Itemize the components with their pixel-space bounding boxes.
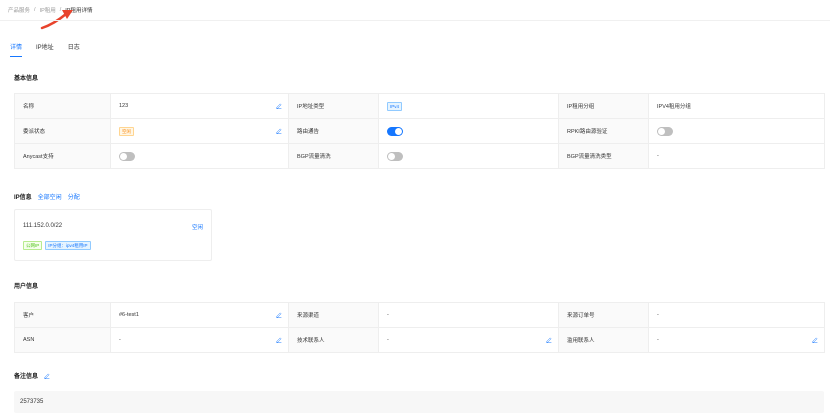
name-label: 名称 xyxy=(14,93,111,119)
group-label: IP租用分组 xyxy=(558,93,649,119)
breadcrumb-separator: / xyxy=(34,7,36,13)
status-label: 委派状态 xyxy=(14,118,111,144)
table-row: 客户 #6-test1 来源渠道 - 来源订单号 - xyxy=(14,302,825,328)
route-toggle[interactable] xyxy=(387,126,403,136)
breadcrumb-item-products[interactable]: 产品服务 xyxy=(8,6,30,14)
bgp-toggle[interactable] xyxy=(387,151,403,161)
edit-icon[interactable] xyxy=(276,312,282,318)
bgp-type-value: - xyxy=(648,143,825,169)
bgp-cell xyxy=(378,143,559,169)
abuse-contact-cell: - xyxy=(648,327,825,353)
table-row: ASN - 技术联系人 - 滥用联系人 - xyxy=(14,327,825,353)
asn-label: ASN xyxy=(14,327,111,353)
customer-label: 客户 xyxy=(14,302,111,328)
customer-value: #6-test1 xyxy=(119,312,139,318)
source-value: - xyxy=(378,302,559,328)
ip-group-tag: IP分组：ipv4租用IP xyxy=(45,241,91,250)
tab-details[interactable]: 详情 xyxy=(10,42,23,57)
section-title-ip: IP信息 全部空闲 分配 xyxy=(14,192,80,201)
name-cell: 123 xyxy=(110,93,289,119)
remark-title: 备注信息 xyxy=(14,374,39,380)
edit-icon[interactable] xyxy=(276,128,282,134)
bgp-type-label: BGP流量清洗类型 xyxy=(558,143,649,169)
basic-info-table: 名称 123 IP地址类型 IPv4 IP租用分组 IPV4租用分组 委派状态 … xyxy=(14,93,825,169)
table-row: 委派状态 空闲 路由通告 RPKI路由源验证 xyxy=(14,118,825,144)
ip-tags: 公网IP IP分组：ipv4租用IP xyxy=(23,241,91,250)
edit-icon[interactable] xyxy=(812,337,818,343)
all-free-link[interactable]: 全部空闲 xyxy=(38,192,62,201)
asn-cell: - xyxy=(110,327,289,353)
ip-block-card[interactable]: 111.152.0.0/22 空闲 公网IP IP分组：ipv4租用IP xyxy=(14,209,212,261)
section-title-basic: 基本信息 xyxy=(14,73,38,82)
asn-value: - xyxy=(119,337,121,343)
status-badge: 空闲 xyxy=(119,126,134,136)
bgp-label: BGP流量清洗 xyxy=(288,143,379,169)
ip-type-label: IP地址类型 xyxy=(288,93,379,119)
remark-box: 2573735 xyxy=(14,391,824,413)
tab-logs[interactable]: 日志 xyxy=(68,42,80,57)
user-info-title: 用户信息 xyxy=(14,284,39,290)
source-label: 来源渠道 xyxy=(288,302,379,328)
order-value: - xyxy=(648,302,825,328)
ip-cidr: 111.152.0.0/22 xyxy=(23,223,63,229)
header-divider xyxy=(0,20,830,21)
name-value: 123 xyxy=(119,103,129,109)
route-cell xyxy=(378,118,559,144)
ip-info-title: IP信息 xyxy=(14,195,32,201)
table-row: Anycast支持 BGP流量清洗 BGP流量清洗类型 - xyxy=(14,143,825,169)
basic-info-title: 基本信息 xyxy=(14,76,39,82)
edit-icon[interactable] xyxy=(546,337,552,343)
tech-contact-cell: - xyxy=(378,327,559,353)
abuse-contact-label: 滥用联系人 xyxy=(558,327,649,353)
ip-type-tag: IPv4 xyxy=(387,101,403,111)
tab-ip-address[interactable]: IP地址 xyxy=(36,42,54,57)
edit-icon[interactable] xyxy=(276,103,282,109)
anycast-toggle[interactable] xyxy=(119,151,135,161)
ip-state: 空闲 xyxy=(191,225,203,231)
tech-contact-value: - xyxy=(387,337,389,343)
user-info-table: 客户 #6-test1 来源渠道 - 来源订单号 - ASN - 技术联系人 -… xyxy=(14,302,825,353)
detail-tabs: 详情 IP地址 日志 xyxy=(10,42,80,57)
route-label: 路由通告 xyxy=(288,118,379,144)
status-cell: 空闲 xyxy=(110,118,289,144)
order-label: 来源订单号 xyxy=(558,302,649,328)
section-title-user: 用户信息 xyxy=(14,281,38,290)
ip-type-cell: IPv4 xyxy=(378,93,559,119)
rpki-label: RPKI路由源验证 xyxy=(558,118,649,144)
abuse-contact-value: - xyxy=(657,337,659,343)
section-title-remark: 备注信息 xyxy=(14,371,50,380)
rpki-toggle[interactable] xyxy=(657,126,673,136)
annotation-arrow-icon xyxy=(40,10,73,30)
edit-icon[interactable] xyxy=(44,373,50,379)
rpki-cell xyxy=(648,118,825,144)
group-value: IPV4租用分组 xyxy=(648,93,825,119)
customer-cell: #6-test1 xyxy=(110,302,289,328)
assign-link[interactable]: 分配 xyxy=(68,192,80,201)
tech-contact-label: 技术联系人 xyxy=(288,327,379,353)
edit-icon[interactable] xyxy=(276,337,282,343)
anycast-cell xyxy=(110,143,289,169)
table-row: 名称 123 IP地址类型 IPv4 IP租用分组 IPV4租用分组 xyxy=(14,93,825,119)
public-ip-tag: 公网IP xyxy=(23,241,43,250)
remark-value: 2573735 xyxy=(20,399,44,405)
anycast-label: Anycast支持 xyxy=(14,143,111,169)
